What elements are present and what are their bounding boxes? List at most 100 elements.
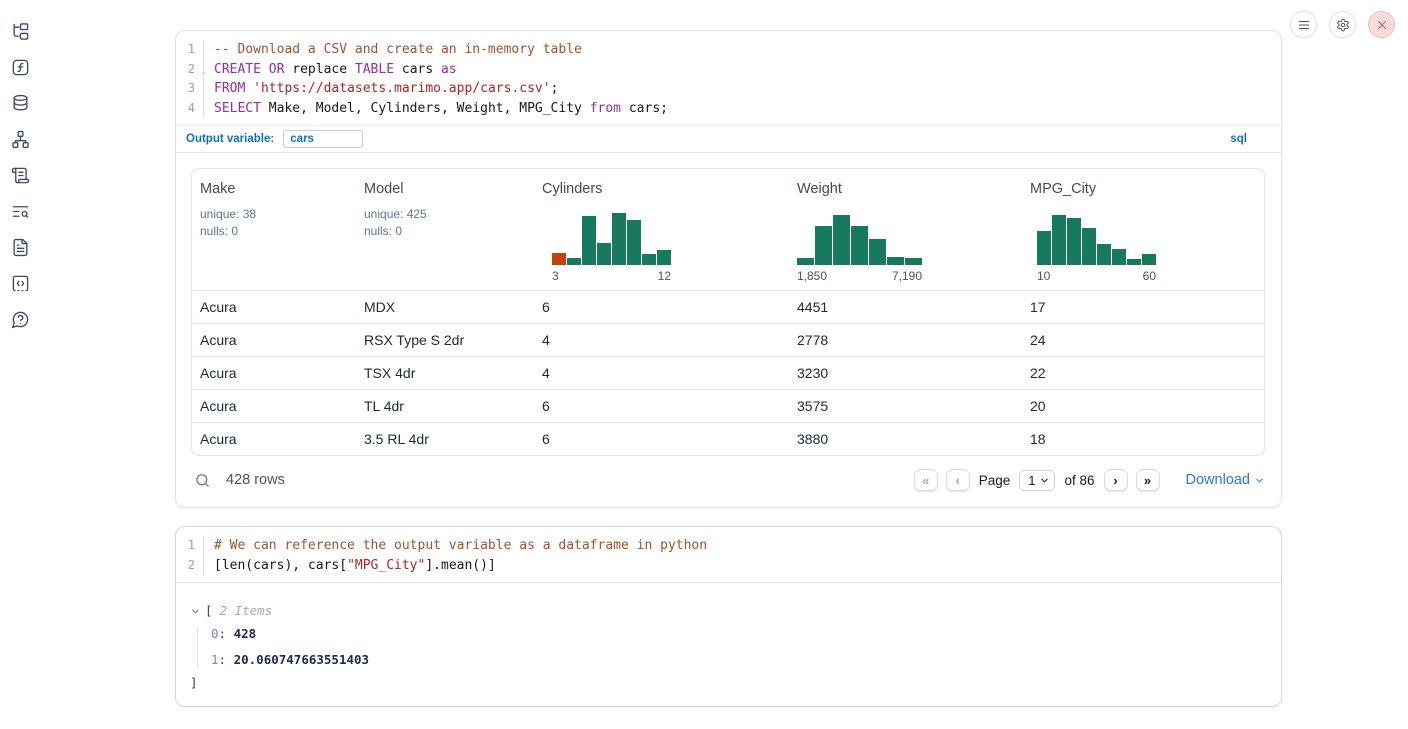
row-count: 428 rows xyxy=(226,472,285,488)
table-cell: TSX 4dr xyxy=(356,365,534,381)
search-icon[interactable] xyxy=(194,472,211,489)
stat-line: nulls: 0 xyxy=(200,223,348,240)
code-line[interactable]: 3FROM 'https://datasets.marimo.app/cars.… xyxy=(176,79,1281,99)
sql-code-editor[interactable]: 1-- Download a CSV and create an in-memo… xyxy=(176,31,1281,125)
python-code-editor[interactable]: 1# We can reference the output variable … xyxy=(176,527,1281,582)
column-histogram: 1,8507,190 xyxy=(797,213,1014,283)
page-select-value: 1 xyxy=(1028,473,1035,488)
entry-colon: : xyxy=(219,626,234,641)
settings-button[interactable] xyxy=(1329,11,1356,38)
line-number: 2 xyxy=(176,556,204,576)
histogram-bar xyxy=(597,243,611,265)
output-variable-input[interactable] xyxy=(283,130,363,148)
fold-chevron-icon[interactable]: ⌄ xyxy=(201,68,206,76)
stat-line: unique: 38 xyxy=(200,206,348,223)
line-number: 2⌄ xyxy=(176,60,204,80)
database-icon[interactable] xyxy=(11,94,30,113)
tree-header: [ 2 Items xyxy=(190,603,1281,618)
page-select[interactable]: 1 xyxy=(1019,470,1055,491)
histogram-bar xyxy=(815,226,832,265)
code-text[interactable]: -- Download a CSV and create an in-memor… xyxy=(204,42,582,57)
column-header-model[interactable]: Modelunique: 425nulls: 0 xyxy=(356,169,534,290)
shutdown-button[interactable] xyxy=(1368,11,1395,38)
axis-min-label: 10 xyxy=(1037,269,1050,283)
text-search-icon[interactable] xyxy=(11,202,30,221)
table-cell: Acura xyxy=(192,299,356,315)
code-text[interactable]: FROM 'https://datasets.marimo.app/cars.c… xyxy=(204,81,558,96)
column-stats: unique: 425nulls: 0 xyxy=(364,206,526,239)
column-header-make[interactable]: Makeunique: 38nulls: 0 xyxy=(192,169,356,290)
menu-button[interactable] xyxy=(1290,11,1317,38)
items-count-label: 2 Items xyxy=(220,603,273,618)
histogram-bar xyxy=(612,213,626,265)
table-cell: 18 xyxy=(1022,431,1264,447)
code-line[interactable]: 1-- Download a CSV and create an in-memo… xyxy=(176,40,1281,60)
last-page-button[interactable]: » xyxy=(1136,469,1160,491)
code-text[interactable]: SELECT Make, Model, Cylinders, Weight, M… xyxy=(204,101,668,116)
table-cell: 17 xyxy=(1022,299,1264,315)
help-icon[interactable] xyxy=(11,310,30,329)
function-square-icon[interactable] xyxy=(11,58,30,77)
table-row: AcuraTSX 4dr4323022 xyxy=(192,356,1264,389)
notebook: 1 -- Download a CSV and create an in-memo… xyxy=(175,30,1282,707)
code-text[interactable]: [len(cars), cars["MPG_City"].mean()] xyxy=(204,558,496,573)
column-name: Weight xyxy=(797,181,1014,197)
axis-min-label: 3 xyxy=(552,269,559,283)
histogram-axis: 3 12 xyxy=(552,269,671,283)
code-token: OR xyxy=(269,62,285,77)
table-cell: 2778 xyxy=(789,332,1022,348)
download-label: Download xyxy=(1186,472,1251,488)
download-button[interactable]: Download xyxy=(1186,472,1266,488)
table-cell: 4451 xyxy=(789,299,1022,315)
table-cell: TL 4dr xyxy=(356,398,534,414)
collapse-chevron-icon[interactable] xyxy=(190,605,201,616)
code-token: as xyxy=(441,62,457,77)
table-cell: 4 xyxy=(534,365,789,381)
histogram-axis: 1,8507,190 xyxy=(797,269,922,283)
axis-max-label: 12 xyxy=(658,269,671,283)
table-cell: 6 xyxy=(534,431,789,447)
dependency-graph-icon[interactable] xyxy=(11,130,30,149)
code-token: cars; xyxy=(621,101,668,116)
code-line[interactable]: 2⌄CREATE OR replace TABLE cars as xyxy=(176,60,1281,80)
code-token: FROM xyxy=(214,81,245,96)
column-header-mpg_city[interactable]: MPG_City1060 xyxy=(1022,169,1264,290)
histogram-bars xyxy=(1037,213,1156,265)
code-line[interactable]: 1# We can reference the output variable … xyxy=(176,536,1281,556)
code-text[interactable]: # We can reference the output variable a… xyxy=(204,538,707,553)
output-variable-label: Output variable: xyxy=(186,133,274,145)
chevron-down-icon xyxy=(1254,475,1265,486)
histogram-bar xyxy=(1067,218,1081,265)
stat-line: unique: 425 xyxy=(364,206,526,223)
code-token xyxy=(261,62,269,77)
entry-key: 1 xyxy=(211,652,219,667)
histogram-bars xyxy=(552,213,671,265)
code-token: from xyxy=(590,101,621,116)
code-line[interactable]: 4SELECT Make, Model, Cylinders, Weight, … xyxy=(176,99,1281,119)
page-total-label: of 86 xyxy=(1064,473,1094,488)
first-page-button[interactable]: « xyxy=(914,469,938,491)
column-header-cylinders[interactable]: Cylinders 3 12 xyxy=(534,169,789,290)
histogram-bars xyxy=(797,213,922,265)
table-cell: 20 xyxy=(1022,398,1264,414)
line-number: 4 xyxy=(176,99,204,119)
file-text-icon[interactable] xyxy=(11,238,30,257)
code-token: 'https://datasets.marimo.app/cars.csv' xyxy=(253,81,550,96)
column-name: Cylinders xyxy=(542,181,781,197)
file-tree-icon[interactable] xyxy=(11,22,30,41)
column-header-weight[interactable]: Weight 1,8507,190 xyxy=(789,169,1022,290)
histogram-bar xyxy=(1097,244,1111,265)
next-page-button[interactable]: › xyxy=(1104,469,1128,491)
python-cell: 1 # We can reference the output variable … xyxy=(175,526,1282,707)
code-text[interactable]: CREATE OR replace TABLE cars as xyxy=(204,62,457,77)
scroll-text-icon[interactable] xyxy=(11,166,30,185)
histogram-bar xyxy=(887,257,904,265)
prev-page-button[interactable]: ‹ xyxy=(946,469,970,491)
entry-key: 0 xyxy=(211,626,219,641)
snippets-code-icon[interactable] xyxy=(11,274,30,293)
histogram-bar xyxy=(905,258,922,265)
code-token: TABLE xyxy=(355,62,394,77)
table-row: Acura3.5 RL 4dr6388018 xyxy=(192,422,1264,455)
histogram-bar xyxy=(851,226,868,265)
code-line[interactable]: 2[len(cars), cars["MPG_City"].mean()] xyxy=(176,556,1281,576)
